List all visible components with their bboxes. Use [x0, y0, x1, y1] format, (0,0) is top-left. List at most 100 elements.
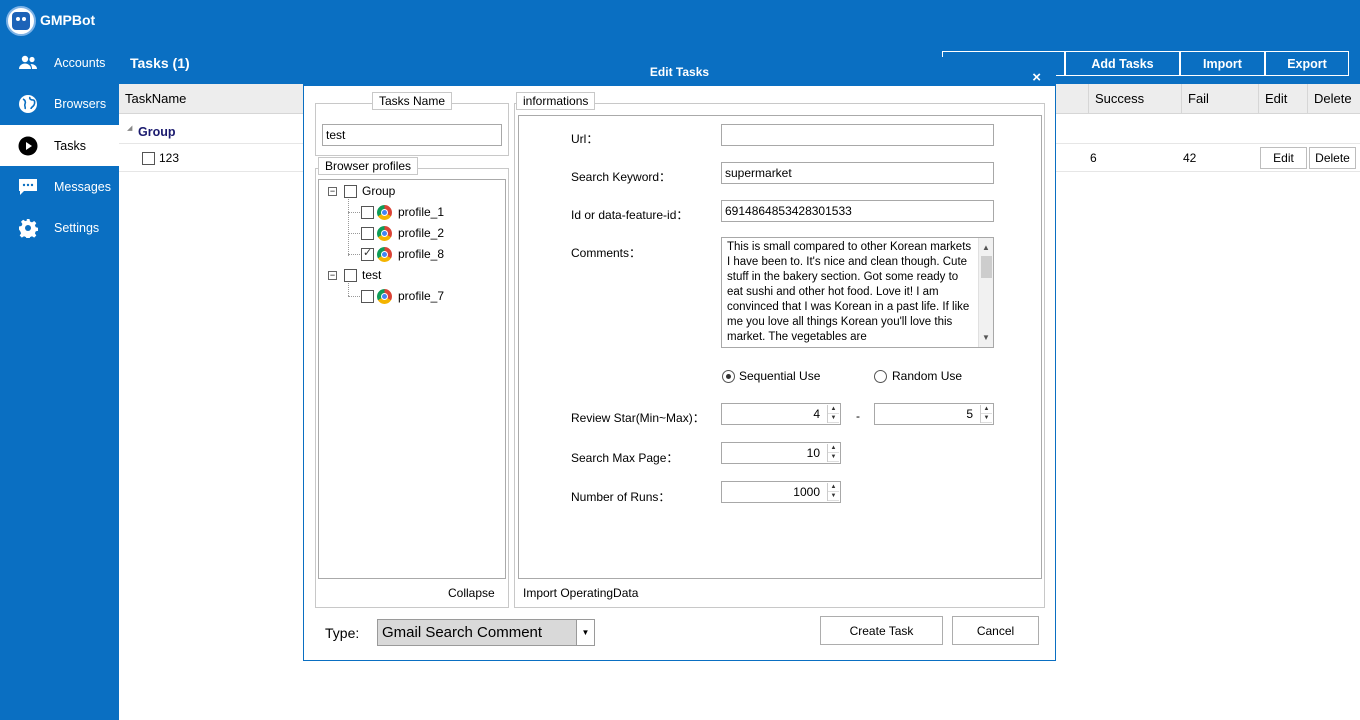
row-name: 123 [159, 151, 180, 165]
dialog-title: Edit Tasks × [304, 58, 1055, 86]
users-icon [17, 52, 39, 74]
spin-up-icon[interactable]: ▲ [981, 405, 992, 414]
sidebar-item-label: Settings [54, 220, 100, 235]
chevron-down-icon[interactable]: ▼ [576, 620, 594, 645]
column-fail[interactable]: Fail [1181, 84, 1258, 114]
sidebar-item-label: Browsers [54, 96, 107, 111]
tree-expander-group[interactable]: − [328, 187, 337, 196]
runs-value: 1000 [793, 485, 820, 499]
runs-stepper[interactable]: 1000 ▲ ▼ [721, 481, 841, 503]
id-input[interactable]: 6914864853428301533 [721, 200, 994, 222]
column-delete[interactable]: Delete [1307, 84, 1360, 114]
comments-textarea[interactable]: This is small compared to other Korean m… [721, 237, 994, 348]
spin-up-icon[interactable]: ▲ [828, 444, 839, 453]
comments-scrollbar[interactable]: ▲ ▼ [978, 238, 993, 347]
random-radio[interactable] [874, 370, 887, 383]
review-min-stepper[interactable]: 4 ▲ ▼ [721, 403, 841, 425]
profile-checkbox[interactable] [361, 227, 374, 240]
app-title: GMPBot [40, 12, 96, 28]
sidebar: Accounts Browsers Tasks Messages Setting… [0, 42, 119, 720]
comments-text: This is small compared to other Korean m… [727, 241, 972, 343]
spin-down-icon[interactable]: ▼ [981, 414, 992, 423]
export-button[interactable]: Export [1265, 51, 1349, 76]
row-edit-button[interactable]: Edit [1260, 147, 1307, 169]
chrome-icon [377, 205, 392, 220]
row-fail: 42 [1183, 151, 1197, 165]
edit-tasks-dialog: Edit Tasks × Tasks Name test Browser pro… [303, 57, 1056, 661]
chat-icon [17, 176, 39, 198]
row-delete-button[interactable]: Delete [1309, 147, 1356, 169]
play-icon [17, 135, 39, 157]
review-max-stepper[interactable]: 5 ▲ ▼ [874, 403, 994, 425]
max-page-label: Search Max Page： [571, 451, 679, 465]
profile-label[interactable]: profile_1 [398, 205, 444, 219]
import-button[interactable]: Import [1180, 51, 1265, 76]
browser-profiles-legend: Browser profiles [318, 157, 419, 175]
type-label: Type: [325, 625, 360, 641]
scroll-thumb[interactable] [981, 256, 992, 278]
sidebar-item-label: Accounts [54, 55, 106, 70]
column-success[interactable]: Success [1088, 84, 1181, 114]
scroll-up-icon[interactable]: ▲ [982, 240, 990, 255]
row-checkbox[interactable] [142, 152, 155, 165]
profile-checkbox[interactable] [361, 290, 374, 303]
spin-down-icon[interactable]: ▼ [828, 492, 839, 501]
dialog-title-text: Edit Tasks [649, 65, 710, 79]
row-success: 6 [1090, 151, 1097, 165]
type-select-value: Gmail Search Comment [382, 624, 543, 641]
sidebar-item-messages[interactable]: Messages [0, 166, 119, 207]
spin-buttons[interactable]: ▲ ▼ [980, 405, 992, 423]
cancel-button[interactable]: Cancel [952, 616, 1039, 645]
max-page-stepper[interactable]: 10 ▲ ▼ [721, 442, 841, 464]
profile-checkbox[interactable] [361, 206, 374, 219]
tasks-name-input[interactable]: test [322, 124, 502, 146]
gear-icon [17, 217, 39, 239]
sequential-radio[interactable] [722, 370, 735, 383]
scroll-down-icon[interactable]: ▼ [982, 330, 990, 345]
collapse-triangle-icon[interactable]: ◢ [127, 124, 132, 132]
spin-buttons[interactable]: ▲ ▼ [827, 483, 839, 501]
sidebar-item-label: Tasks [54, 138, 86, 153]
profile-checkbox[interactable] [361, 246, 374, 261]
id-label: Id or data-feature-id： [571, 208, 689, 222]
sidebar-item-accounts[interactable]: Accounts [0, 42, 119, 83]
keyword-input[interactable]: supermarket [721, 162, 994, 184]
import-operating-data-link[interactable]: Import OperatingData [523, 586, 638, 600]
random-label[interactable]: Random Use [892, 369, 962, 383]
max-page-value: 10 [806, 446, 820, 460]
spin-buttons[interactable]: ▲ ▼ [827, 444, 839, 462]
chrome-icon [377, 289, 392, 304]
tree-expander-test[interactable]: − [328, 271, 337, 280]
close-icon[interactable]: × [1032, 64, 1041, 92]
collapse-link[interactable]: Collapse [448, 586, 495, 600]
spin-up-icon[interactable]: ▲ [828, 405, 839, 414]
group-checkbox[interactable] [344, 269, 357, 282]
review-min-value: 4 [813, 407, 820, 421]
profile-label[interactable]: profile_7 [398, 289, 444, 303]
page-title: Tasks (1) [130, 55, 190, 71]
url-input[interactable] [721, 124, 994, 146]
sidebar-item-tasks[interactable]: Tasks [0, 125, 119, 166]
tree-group-label: test [362, 268, 382, 282]
top-bar: GMPBot [0, 0, 1360, 42]
add-tasks-button[interactable]: Add Tasks [1065, 51, 1180, 76]
runs-label: Number of Runs： [571, 490, 671, 504]
group-checkbox[interactable] [344, 185, 357, 198]
column-edit[interactable]: Edit [1258, 84, 1307, 114]
profile-label[interactable]: profile_8 [398, 247, 444, 261]
sidebar-item-settings[interactable]: Settings [0, 207, 119, 248]
spin-buttons[interactable]: ▲ ▼ [827, 405, 839, 423]
tree-group-label: Group [362, 184, 396, 198]
sidebar-item-browsers[interactable]: Browsers [0, 83, 119, 124]
profile-label[interactable]: profile_2 [398, 226, 444, 240]
sequential-label[interactable]: Sequential Use [739, 369, 820, 383]
group-label: Group [138, 125, 176, 139]
spin-down-icon[interactable]: ▼ [828, 414, 839, 423]
chrome-icon [377, 247, 392, 262]
keyword-label: Search Keyword： [571, 170, 672, 184]
review-dash: - [856, 409, 860, 423]
spin-up-icon[interactable]: ▲ [828, 483, 839, 492]
type-select[interactable]: Gmail Search Comment ▼ [377, 619, 595, 646]
spin-down-icon[interactable]: ▼ [828, 453, 839, 462]
create-task-button[interactable]: Create Task [820, 616, 943, 645]
